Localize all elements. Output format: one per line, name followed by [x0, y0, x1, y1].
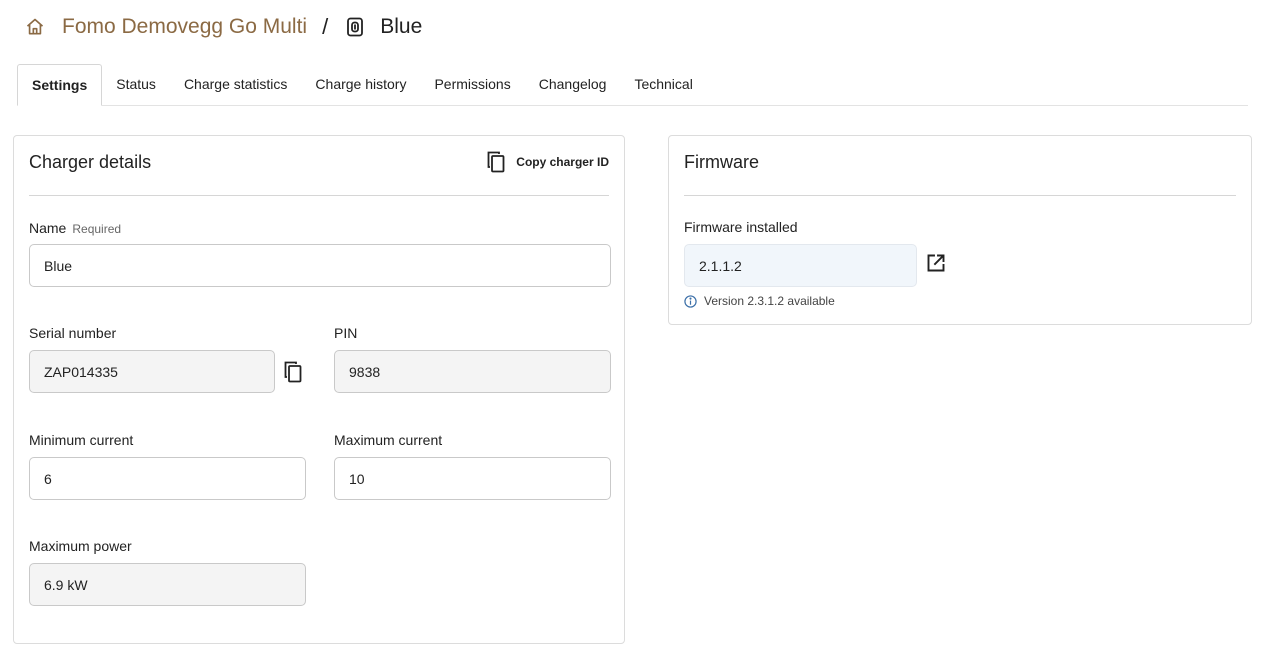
tab-permissions[interactable]: Permissions [420, 63, 524, 105]
firmware-installed-field: 2.1.1.2 [684, 244, 917, 287]
tab-bar: Settings Status Charge statistics Charge… [17, 64, 1248, 106]
breadcrumb: Fomo Demovegg Go Multi / Blue [24, 12, 422, 42]
card-divider [684, 195, 1236, 196]
maximum-current-input[interactable]: 10 [334, 457, 611, 500]
info-icon [684, 294, 697, 308]
copy-charger-id-button[interactable]: Copy charger ID [486, 151, 609, 173]
name-input[interactable]: Blue [29, 244, 611, 287]
firmware-update-notice: Version 2.3.1.2 available [684, 294, 835, 308]
minimum-current-label: Minimum current [29, 432, 134, 448]
charger-details-title: Charger details [29, 152, 152, 172]
external-link-icon [926, 253, 946, 273]
copy-icon [486, 151, 506, 173]
pin-field: 9838 [334, 350, 611, 393]
name-label-text: Name [29, 220, 67, 236]
maximum-current-label: Maximum current [334, 432, 443, 448]
copy-charger-id-label: Copy charger ID [516, 155, 609, 169]
serial-number-field: ZAP014335 [29, 350, 275, 393]
firmware-card: Firmware Firmware installed 2.1.1.2 Vers… [668, 135, 1252, 325]
firmware-update-text: Version 2.3.1.2 available [704, 294, 835, 308]
firmware-title: Firmware [684, 152, 759, 172]
charger-details-card: Charger details Copy charger ID Name Requ… [13, 135, 625, 644]
copy-serial-button[interactable] [282, 360, 304, 384]
tab-changelog[interactable]: Changelog [525, 63, 621, 105]
minimum-current-input[interactable]: 6 [29, 457, 306, 500]
tab-technical[interactable]: Technical [620, 63, 706, 105]
open-firmware-link-button[interactable] [925, 252, 947, 274]
serial-number-label: Serial number [29, 325, 117, 341]
breadcrumb-site-link[interactable]: Fomo Demovegg Go Multi [62, 15, 307, 39]
ev-charger-icon [344, 16, 366, 38]
name-label: Name Required [29, 220, 121, 236]
tab-charge-history[interactable]: Charge history [301, 63, 420, 105]
maximum-power-field: 6.9 kW [29, 563, 306, 606]
pin-label: PIN [334, 325, 358, 341]
maximum-power-label: Maximum power [29, 538, 132, 554]
copy-icon [283, 361, 303, 383]
breadcrumb-separator: / [322, 14, 329, 39]
tab-status[interactable]: Status [102, 63, 170, 105]
firmware-installed-label: Firmware installed [684, 219, 798, 235]
breadcrumb-current-charger: Blue [380, 15, 423, 38]
card-divider [29, 195, 609, 196]
required-hint: Required [72, 222, 122, 236]
home-icon[interactable] [24, 16, 46, 38]
tab-charge-statistics[interactable]: Charge statistics [170, 63, 301, 105]
tab-settings[interactable]: Settings [17, 64, 103, 106]
